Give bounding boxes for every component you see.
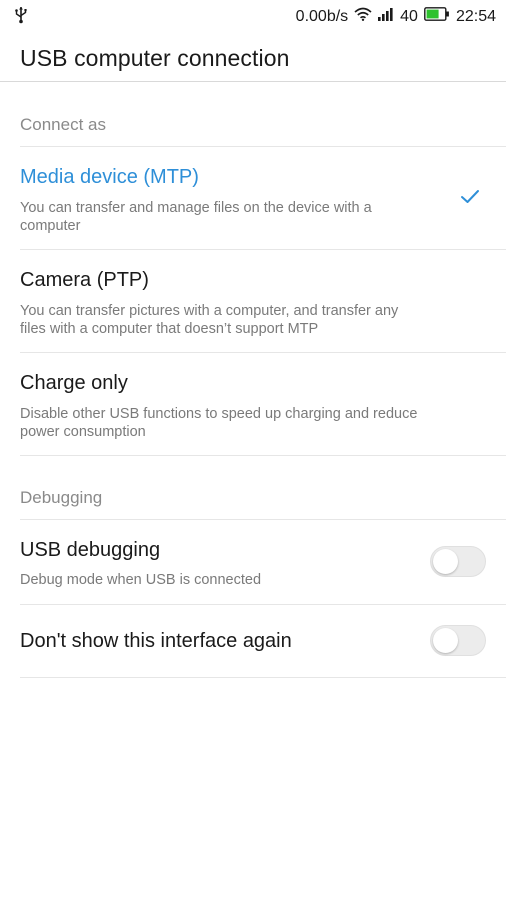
dont-show-again-toggle[interactable] (430, 625, 486, 656)
battery-icon (424, 6, 450, 28)
usb-icon (14, 6, 28, 29)
option-title: Charge only (20, 372, 128, 394)
setting-title: Don't show this interface again (20, 630, 292, 652)
setting-usb-debugging[interactable]: USB debugging Debug mode when USB is con… (0, 520, 506, 604)
setting-title: USB debugging (20, 539, 161, 561)
checkmark-icon (460, 189, 480, 210)
page-title: USB computer connection (20, 45, 290, 71)
usb-debugging-toggle[interactable] (430, 546, 486, 577)
section-header-debugging: Debugging (20, 488, 103, 507)
wifi-icon (354, 7, 372, 27)
option-title: Media device (MTP) (20, 166, 199, 188)
status-bar: 0.00b/s 40 22:54 (0, 0, 506, 32)
option-media-device-mtp[interactable]: Media device (MTP) You can transfer and … (0, 147, 506, 249)
setting-description: Debug mode when USB is connected (20, 572, 262, 588)
section-header-connect-as: Connect as (20, 115, 106, 134)
option-title: Camera (PTP) (20, 269, 149, 291)
option-charge-only[interactable]: Charge only Disable other USB functions … (0, 353, 506, 455)
signal-icon (378, 7, 394, 27)
network-speed: 0.00b/s (295, 8, 349, 25)
setting-dont-show-again[interactable]: Don't show this interface again (0, 605, 506, 677)
option-description: Disable other USB functions to speed up … (20, 406, 418, 440)
app-bar: USB computer connection (0, 32, 506, 82)
option-description: You can transfer and manage files on the… (20, 200, 372, 234)
divider (20, 455, 506, 456)
option-description: You can transfer pictures with a compute… (20, 303, 399, 337)
toggle-knob (433, 549, 458, 574)
battery-level: 40 (400, 8, 418, 25)
toggle-knob (433, 628, 458, 653)
divider (20, 677, 506, 678)
option-camera-ptp[interactable]: Camera (PTP) You can transfer pictures w… (0, 250, 506, 352)
clock: 22:54 (455, 8, 496, 25)
